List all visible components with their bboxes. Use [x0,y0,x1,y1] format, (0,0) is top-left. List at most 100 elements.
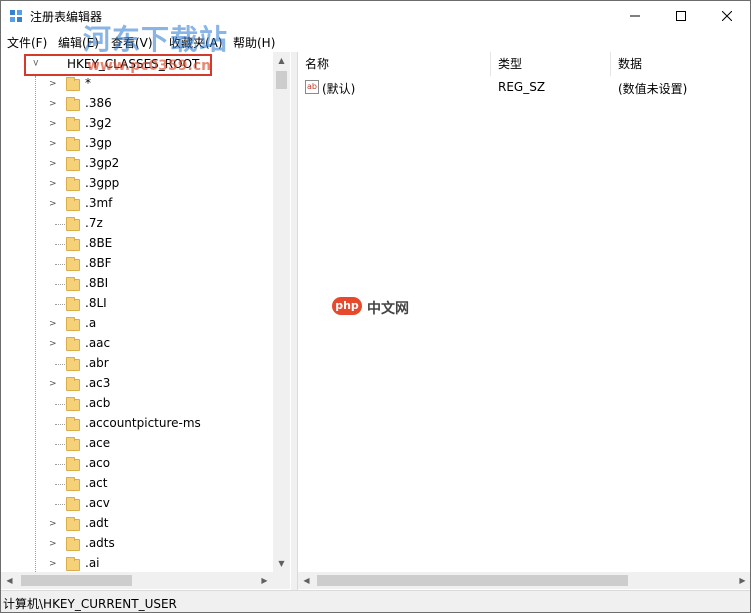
folder-icon [66,517,80,531]
tree-item[interactable]: > .a [1,314,273,334]
chevron-right-icon[interactable]: > [49,119,57,129]
scroll-right-icon[interactable]: ▶ [734,572,750,589]
tree-guide-line [55,404,65,405]
minimize-button[interactable] [612,1,658,31]
tree-guide-line [55,444,65,445]
tree-item[interactable]: .8BE [1,234,273,254]
folder-icon [66,117,80,131]
tree-item-label: * [85,76,91,90]
scroll-thumb[interactable] [276,71,287,89]
tree-item[interactable]: > .3gpp [1,174,273,194]
scroll-corner [273,572,290,589]
tree-item[interactable]: > .3gp [1,134,273,154]
tree-vertical-scrollbar[interactable]: ▲ ▼ [273,52,290,572]
column-header-name[interactable]: 名称 [298,52,491,76]
column-header-data[interactable]: 数据 [611,52,750,76]
folder-icon [66,97,80,111]
tree-item[interactable]: .8BI [1,274,273,294]
chevron-right-icon[interactable]: > [49,519,57,529]
folder-icon [66,417,80,431]
list-horizontal-scrollbar[interactable]: ◀ ▶ [298,572,750,589]
tree-item[interactable]: > .aac [1,334,273,354]
tree-item[interactable]: .aco [1,454,273,474]
tree-item[interactable]: .acv [1,494,273,514]
chevron-right-icon[interactable]: > [49,539,57,549]
column-header-type[interactable]: 类型 [491,52,611,76]
scroll-thumb[interactable] [317,575,628,586]
tree-guide-line [55,304,65,305]
tree-item[interactable]: > * [1,74,273,94]
tree-item[interactable]: .7z [1,214,273,234]
chevron-right-icon[interactable]: > [49,559,57,569]
menu-help[interactable]: 帮助(H) [233,34,275,51]
tree-item-label: .a [85,316,97,330]
tree-item[interactable]: > .386 [1,94,273,114]
close-button[interactable] [704,1,750,31]
tree-item-label: .accountpicture-ms [85,416,201,430]
scroll-left-icon[interactable]: ◀ [1,572,18,589]
chevron-right-icon[interactable]: > [49,159,57,169]
tree-item-label: .adt [85,516,109,530]
tree-guide-line [55,484,65,485]
tree-item[interactable]: .8LI [1,294,273,314]
regedit-app-icon [10,10,22,22]
tree-item[interactable]: .accountpicture-ms [1,414,273,434]
maximize-icon [676,11,686,21]
tree-guide-line [55,224,65,225]
chevron-right-icon[interactable]: > [49,199,57,209]
tree-item[interactable]: > .3g2 [1,114,273,134]
folder-icon [66,77,80,91]
tree-guide-line [55,424,65,425]
tree-item[interactable]: > .adt [1,514,273,534]
folder-icon [66,537,80,551]
tree-item[interactable]: .ace [1,434,273,454]
chevron-right-icon[interactable]: > [49,79,57,89]
scroll-left-icon[interactable]: ◀ [298,572,315,589]
tree-item-label: .ac3 [85,376,111,390]
tree-item-label: .adts [85,536,115,550]
close-icon [722,11,732,21]
tree-item[interactable]: > .adts [1,534,273,554]
tree-item-label: .3g2 [85,116,112,130]
tree-item-label: .acb [85,396,111,410]
watermark-site-url: www.pc0359.cn [87,58,212,74]
values-list-pane[interactable]: 名称 类型 数据 ab (默认) REG_SZ (数值未设置) ◀ ▶ [297,52,750,590]
tree-item[interactable]: .8BF [1,254,273,274]
tree-item[interactable]: > .3mf [1,194,273,214]
scroll-right-icon[interactable]: ▶ [256,572,273,589]
tree-item-label: .8BE [85,236,113,250]
tree-item[interactable]: .abr [1,354,273,374]
menu-file[interactable]: 文件(F) [7,34,47,51]
scroll-down-icon[interactable]: ▼ [273,555,290,572]
scroll-thumb[interactable] [21,575,132,586]
tree-guide-line [55,504,65,505]
maximize-button[interactable] [658,1,704,31]
folder-icon [66,177,80,191]
scroll-up-icon[interactable]: ▲ [273,52,290,69]
chevron-right-icon[interactable]: > [49,99,57,109]
table-row[interactable]: ab (默认) REG_SZ (数值未设置) [298,78,750,98]
tree-item[interactable]: > .3gp2 [1,154,273,174]
tree-item[interactable]: > .ai [1,554,273,574]
watermark-site-title: 河东下载站 [83,23,229,56]
tree-item[interactable]: .act [1,474,273,494]
chevron-right-icon[interactable]: > [49,319,57,329]
folder-icon [66,437,80,451]
tree-item-label: .3gp2 [85,156,120,170]
tree-item-label: .ace [85,436,111,450]
chevron-right-icon[interactable]: > [49,339,57,349]
folder-icon [66,217,80,231]
tree-item-label: .3gpp [85,176,120,190]
key-tree-pane[interactable]: > HKEY_CLASSES_ROOT > * > .386 > .3g2 > .3gp > .3… [1,52,292,590]
chevron-right-icon[interactable]: > [49,379,57,389]
tree-item[interactable]: > .ac3 [1,374,273,394]
status-path: 计算机\HKEY_CURRENT_USER [3,597,177,611]
chevron-right-icon[interactable]: > [49,179,57,189]
chevron-right-icon[interactable]: > [49,139,57,149]
tree-item-label: .aco [85,456,111,470]
value-type: REG_SZ [498,80,546,94]
tree-item-label: .3gp [85,136,112,150]
tree-item[interactable]: .acb [1,394,273,414]
tree-item-label: .aac [85,336,111,350]
tree-horizontal-scrollbar[interactable]: ◀ ▶ [1,572,273,589]
